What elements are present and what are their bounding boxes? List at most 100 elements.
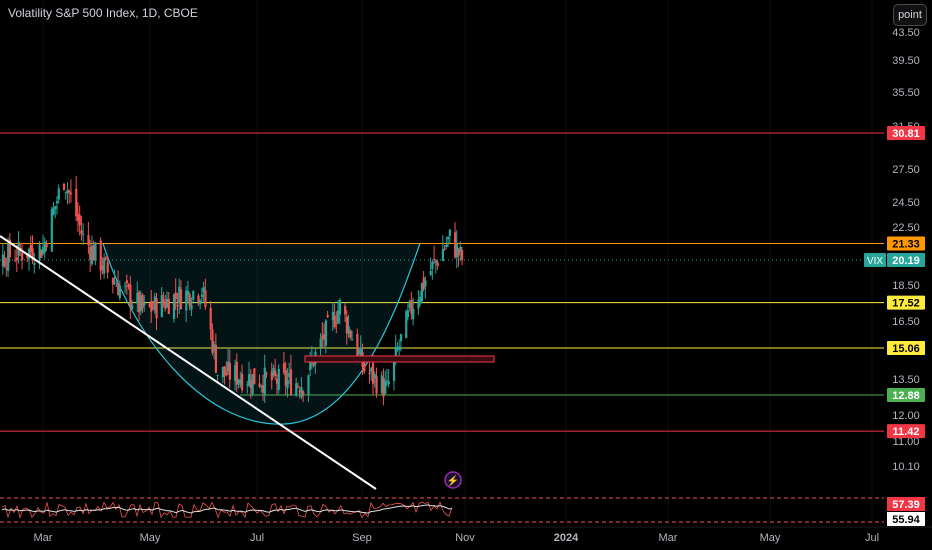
candle [66,181,69,205]
candle-body [424,280,427,287]
candle-body [384,381,387,394]
level-badge: 12.88 [887,388,925,402]
candle-body [344,306,347,315]
scale-mode-button[interactable]: point [893,4,927,26]
candle-body [174,292,177,300]
candle [57,184,60,204]
candle-body [302,391,305,395]
candle-body [286,380,289,389]
candle-body [33,263,36,265]
candle-body [106,262,109,273]
candle-body [190,304,193,310]
level-badge-value: 21.33 [892,238,920,250]
candle-body [447,237,450,240]
candle-body [94,242,97,261]
level-badge-value: 15.06 [892,343,920,355]
candle-body [265,373,268,375]
candle-body [368,372,371,375]
candle-body [277,368,280,390]
candle-body [445,244,448,248]
candle-body [263,367,266,395]
candle-body [160,295,163,317]
candle-body [54,206,57,209]
candle-body [443,248,446,250]
candle-body [50,209,53,252]
event-marker: ⚡ [444,471,462,489]
candle-body [199,300,202,305]
price-tick-label: 22.50 [892,222,920,234]
price-axis: 43.5039.5035.5031.5027.5024.5022.5018.50… [864,27,925,526]
oscillator-pane [0,497,884,523]
candle-body [103,258,106,274]
candle-body [209,307,212,330]
candle [14,249,17,263]
candle-body [406,310,410,317]
candle [82,223,85,245]
price-tick-label: 35.50 [892,87,920,99]
time-tick-label: May [760,532,781,544]
candle-body [118,285,122,298]
resistance-box [304,355,495,363]
candle-body [179,289,183,309]
candle-body [155,298,158,319]
candle-body [253,368,256,385]
candle-body [433,259,436,261]
candle-body [57,188,60,200]
candle-body [75,188,78,217]
osc-value-badge: 55.94 [887,512,925,526]
candle-body [104,257,108,260]
price-tick-label: 43.50 [892,27,920,39]
cup-fill [103,243,420,425]
candle [99,237,102,280]
candle-body [351,339,354,341]
chart-title: Volatility S&P 500 Index, 1D, CBOE [8,6,198,20]
vix-chart[interactable]: ⚡ 43.5039.5035.5031.5027.5024.5022.5018.… [0,0,932,550]
candle [43,237,46,259]
level-badge: 17.52 [887,295,925,310]
osc-badge-value: 57.39 [892,499,920,511]
osc-line [1,501,453,519]
candle-body [228,362,232,380]
candle-body [398,346,401,350]
candle-body [349,330,352,338]
candle-body [55,201,59,204]
candle-body [225,372,228,376]
candle-body [80,230,83,234]
candle-body [461,250,464,260]
level-badge: 15.06 [887,341,925,356]
candle [387,369,390,388]
candle-body [162,299,165,304]
osc-badge-value: 55.94 [892,514,920,526]
candle-body [412,308,415,320]
time-tick-label: Sep [352,532,372,544]
candle-body [307,375,310,395]
candle-body [295,383,298,396]
candle-body [87,234,90,246]
last-price-value: 20.19 [892,255,920,267]
candle-body [141,294,144,309]
candle-body [21,252,24,261]
price-tick-label: 12.00 [892,410,920,422]
candle-body [62,183,66,190]
candle-body [441,249,445,262]
cup-pattern [102,243,421,425]
price-tick-label: 18.50 [892,280,920,292]
candle [62,182,66,191]
candle-body [319,338,322,348]
candle-body [131,304,134,309]
candle-body [434,260,438,263]
candle [94,241,97,266]
candle-body [200,294,204,297]
price-tick-label: 39.50 [892,55,920,67]
candle-body [333,315,336,328]
candle-body [431,261,434,269]
candle-body [448,229,451,237]
level-badge-value: 30.81 [892,128,920,140]
symbol-tag: VIX [867,256,883,267]
candle-body [14,260,17,262]
level-badge: 21.33 [887,236,925,251]
candle-body [356,333,359,358]
time-tick-label: Jul [865,532,879,544]
candle-body [429,271,432,275]
last-price-badge: VIX 20.19 [864,252,925,267]
